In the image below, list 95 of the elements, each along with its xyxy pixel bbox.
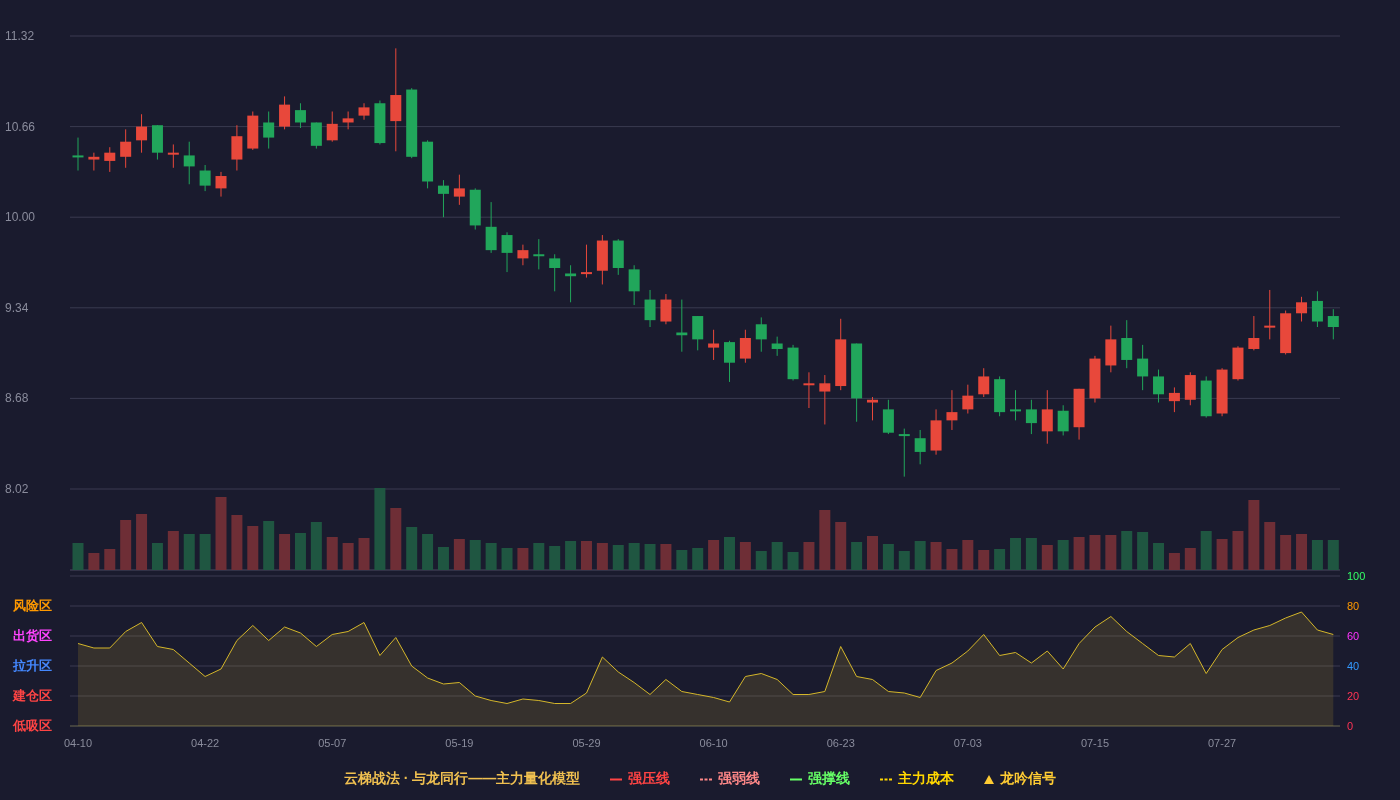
legend-title: 云梯战法 · 与龙同行——主力量化模型 (343, 770, 581, 788)
candlestick (1248, 315, 1260, 351)
candlestick (723, 340, 735, 383)
candlestick (517, 244, 529, 266)
candlestick (978, 367, 990, 398)
date-label: 04-22 (191, 737, 220, 749)
candlestick (167, 143, 179, 169)
candlestick (1121, 319, 1133, 369)
candlestick (104, 146, 116, 173)
candlestick (1296, 296, 1308, 323)
candlestick (755, 316, 767, 353)
candlestick (310, 121, 322, 150)
legend-label: 强压线 (628, 770, 671, 788)
zone-label: 拉升区 (13, 658, 52, 673)
candlestick (692, 315, 704, 351)
candlestick (231, 124, 243, 172)
candlestick (1041, 389, 1053, 445)
date-label: 05-07 (318, 737, 347, 749)
line-icon (610, 777, 623, 781)
candlestick (1137, 344, 1149, 391)
axis-label: 10.00 (5, 210, 36, 225)
candlestick (962, 384, 974, 414)
candlestick (294, 102, 306, 129)
dashed-line-icon (880, 777, 893, 781)
candlestick (1264, 289, 1276, 340)
axis-label: 8.68 (5, 391, 29, 406)
candlestick (199, 164, 211, 192)
zone-label: 出货区 (13, 628, 52, 643)
legend-label: 主力成本 (898, 770, 955, 788)
candlestick (739, 329, 751, 364)
axis-label: 60 (1347, 630, 1360, 642)
candlestick (1010, 389, 1022, 421)
candlestick (771, 336, 783, 357)
candlestick (501, 231, 513, 273)
candlestick (628, 264, 640, 306)
candlestick (263, 111, 275, 150)
candlestick (1025, 399, 1037, 435)
dashed-line-icon (700, 777, 713, 781)
candlestick (183, 141, 195, 185)
date-label: 05-19 (445, 737, 474, 749)
date-label: 07-03 (953, 737, 982, 749)
date-label: 06-10 (699, 737, 728, 749)
candlestick (803, 371, 815, 409)
candlestick (1327, 308, 1339, 340)
candlestick (358, 102, 370, 121)
candlestick (72, 137, 84, 172)
candlestick (485, 201, 497, 254)
candlestick (580, 244, 592, 279)
legend-label: 龙吟信号 (1000, 770, 1057, 788)
axis-label: 80 (1347, 600, 1360, 612)
candlestick (549, 253, 561, 292)
candlestick (867, 396, 878, 421)
candlestick (279, 95, 291, 130)
candlestick (88, 152, 100, 172)
candlestick (660, 293, 672, 325)
axis-label: 20 (1347, 690, 1360, 702)
axis-label: 100 (1347, 572, 1366, 582)
axis-label: 11.32 (5, 29, 35, 43)
axis-label: 40 (1347, 660, 1360, 672)
triangle-icon (984, 774, 995, 784)
candlestick (708, 329, 720, 361)
candlestick (946, 389, 958, 431)
candlestick (819, 374, 831, 425)
zone-label: 低吸区 (13, 718, 52, 733)
candlestick (644, 289, 656, 328)
candlestick (326, 111, 338, 143)
axis-label: 0 (1347, 720, 1354, 732)
candlestick (882, 399, 894, 435)
date-label: 07-15 (1080, 737, 1110, 749)
candlestick (533, 238, 545, 270)
candlestick (565, 264, 577, 303)
legend-label: 强弱线 (718, 770, 761, 788)
zone-label: 风险区 (13, 598, 52, 613)
axis-label: 9.34 (5, 300, 29, 315)
candlestick (453, 174, 465, 206)
candlestick (1168, 386, 1180, 413)
candlestick (1311, 290, 1323, 328)
candlestick (342, 111, 354, 130)
axis-label: 10.66 (5, 119, 36, 134)
axis-label: 8.02 (5, 482, 29, 496)
date-label: 05-29 (572, 737, 601, 749)
date-label: 07-27 (1208, 737, 1237, 749)
candlestick (136, 113, 148, 154)
legend-label: 强撑线 (808, 770, 851, 788)
candlestick (898, 428, 910, 478)
candlestick (914, 429, 926, 465)
date-label: 04-10 (63, 737, 93, 749)
line-icon (790, 777, 803, 781)
candlestick (215, 171, 227, 198)
candlestick (437, 179, 449, 218)
candlestick (1057, 404, 1069, 436)
candlestick (120, 128, 132, 169)
candlestick (1153, 369, 1165, 404)
zone-label: 建仓区 (13, 688, 52, 703)
date-label: 06-23 (826, 737, 855, 749)
